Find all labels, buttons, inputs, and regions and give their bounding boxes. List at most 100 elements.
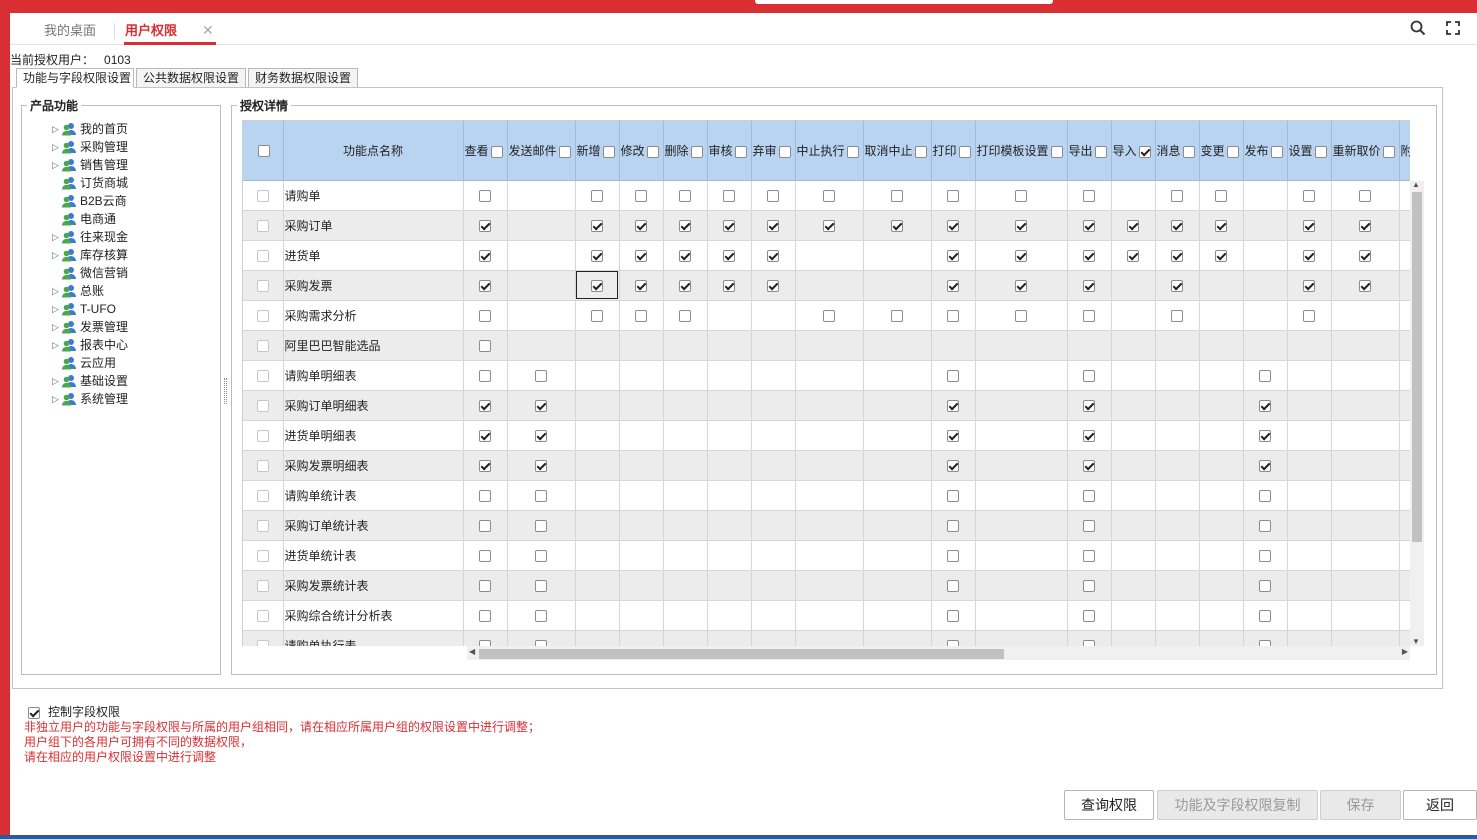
permission-checkbox[interactable] (1015, 189, 1027, 202)
expand-arrow-icon[interactable]: ▷ (52, 282, 59, 300)
panel-splitter[interactable] (224, 378, 227, 404)
row-select-checkbox[interactable] (256, 279, 269, 292)
query-rights-button[interactable]: 查询权限 (1064, 790, 1154, 820)
row-select-checkbox[interactable] (256, 309, 269, 322)
permission-checkbox[interactable] (1215, 249, 1227, 262)
expand-arrow-icon[interactable]: ▷ (52, 120, 59, 138)
table-row[interactable]: 进货单 (243, 240, 1410, 271)
row-select-checkbox[interactable] (256, 609, 269, 622)
expand-arrow-icon[interactable]: ▷ (52, 300, 59, 318)
column-select-checkbox[interactable] (490, 145, 503, 158)
permission-checkbox[interactable] (823, 189, 835, 202)
permission-checkbox[interactable] (479, 219, 491, 232)
column-select-checkbox[interactable] (1138, 145, 1151, 158)
permission-checkbox[interactable] (1015, 249, 1027, 262)
permission-checkbox[interactable] (947, 459, 959, 472)
permission-checkbox[interactable] (635, 249, 647, 262)
table-row[interactable]: 请购单执行表 (243, 630, 1410, 646)
permission-checkbox[interactable] (1303, 279, 1315, 292)
search-icon[interactable] (1409, 19, 1427, 37)
tree-item[interactable]: 微信营销 (50, 264, 128, 282)
permission-checkbox[interactable] (1171, 279, 1183, 292)
row-select-checkbox[interactable] (256, 219, 269, 232)
permission-checkbox[interactable] (947, 609, 959, 622)
permission-checkbox[interactable] (1259, 609, 1271, 622)
permission-checkbox[interactable] (947, 309, 959, 322)
permission-checkbox[interactable] (635, 189, 647, 202)
table-row[interactable]: 采购订单 (243, 210, 1410, 241)
row-select-checkbox[interactable] (256, 429, 269, 442)
column-select-checkbox[interactable] (846, 145, 859, 158)
permission-checkbox[interactable] (679, 249, 691, 262)
row-select-checkbox[interactable] (256, 339, 269, 352)
permission-checkbox[interactable] (479, 429, 491, 442)
permission-checkbox[interactable] (479, 459, 491, 472)
permission-checkbox[interactable] (1083, 429, 1095, 442)
control-field-rights[interactable]: 控制字段权限 (28, 703, 120, 720)
row-select-checkbox[interactable] (256, 489, 269, 502)
table-row[interactable]: 请购单统计表 (243, 480, 1410, 511)
permission-checkbox[interactable] (947, 399, 959, 412)
permission-checkbox[interactable] (1083, 189, 1095, 202)
permission-checkbox[interactable] (635, 309, 647, 322)
permission-checkbox[interactable] (591, 309, 603, 322)
permission-checkbox[interactable] (1083, 549, 1095, 562)
permission-checkbox[interactable] (823, 219, 835, 232)
permission-checkbox[interactable] (1303, 189, 1315, 202)
permission-checkbox[interactable] (947, 489, 959, 502)
expand-arrow-icon[interactable]: ▷ (52, 390, 59, 408)
permission-checkbox[interactable] (535, 579, 547, 592)
permission-checkbox[interactable] (535, 459, 547, 472)
table-row[interactable]: 进货单统计表 (243, 540, 1410, 571)
permission-checkbox[interactable] (1171, 189, 1183, 202)
vertical-scrollbar[interactable]: ▲ ▼ (1410, 180, 1424, 646)
permission-checkbox[interactable] (767, 219, 779, 232)
expand-arrow-icon[interactable]: ▷ (52, 336, 59, 354)
permission-checkbox[interactable] (947, 429, 959, 442)
table-row[interactable]: 采购综合统计分析表 (243, 600, 1410, 631)
permission-checkbox[interactable] (1359, 249, 1371, 262)
permission-checkbox[interactable] (1083, 369, 1095, 382)
permission-checkbox[interactable] (947, 189, 959, 202)
permission-checkbox[interactable] (1303, 309, 1315, 322)
permission-checkbox[interactable] (679, 279, 691, 292)
permission-checkbox[interactable] (535, 549, 547, 562)
permission-checkbox[interactable] (767, 189, 779, 202)
row-select-checkbox[interactable] (256, 639, 269, 646)
tree-item[interactable]: 订货商城 (50, 174, 128, 192)
table-row[interactable]: 采购订单明细表 (243, 390, 1410, 421)
permission-checkbox[interactable] (1303, 219, 1315, 232)
permission-checkbox[interactable] (947, 249, 959, 262)
permission-checkbox[interactable] (1259, 489, 1271, 502)
permission-checkbox[interactable] (479, 549, 491, 562)
permission-checkbox[interactable] (767, 279, 779, 292)
column-select-checkbox[interactable] (1226, 145, 1239, 158)
permission-checkbox[interactable] (679, 219, 691, 232)
permission-checkbox[interactable] (1083, 219, 1095, 232)
permission-checkbox[interactable] (823, 309, 835, 322)
permission-checkbox[interactable] (591, 249, 603, 262)
tree-item[interactable]: ▷ 报表中心 (50, 336, 128, 354)
subtab-finance-data[interactable]: 财务数据权限设置 (248, 68, 358, 88)
tree-item[interactable]: B2B云商 (50, 192, 128, 210)
tree-item[interactable]: ▷ 我的首页 (50, 120, 128, 138)
permission-checkbox[interactable] (723, 219, 735, 232)
permission-checkbox[interactable] (891, 309, 903, 322)
column-select-checkbox[interactable] (1314, 145, 1327, 158)
permission-checkbox[interactable] (1083, 459, 1095, 472)
permission-checkbox[interactable] (1259, 429, 1271, 442)
permission-checkbox[interactable] (591, 279, 603, 292)
permission-checkbox[interactable] (1083, 399, 1095, 412)
tab-user-rights[interactable]: 用户权限 ✕ (124, 21, 216, 45)
permission-checkbox[interactable] (479, 399, 491, 412)
tree-item[interactable]: 云应用 (50, 354, 128, 372)
column-select-checkbox[interactable] (1094, 145, 1107, 158)
tree-item[interactable]: ▷ 发票管理 (50, 318, 128, 336)
permission-checkbox[interactable] (1083, 519, 1095, 532)
permission-checkbox[interactable] (1083, 489, 1095, 502)
column-select-checkbox[interactable] (646, 145, 659, 158)
tree-item[interactable]: ▷ 销售管理 (50, 156, 128, 174)
permission-checkbox[interactable] (1359, 219, 1371, 232)
expand-arrow-icon[interactable]: ▷ (52, 138, 59, 156)
permission-checkbox[interactable] (1359, 279, 1371, 292)
